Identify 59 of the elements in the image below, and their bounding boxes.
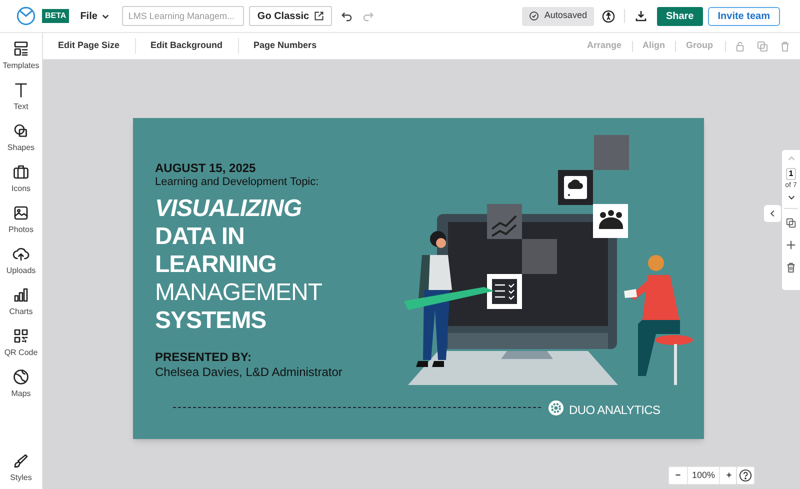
beta-badge: BETA (42, 9, 70, 23)
image-icon (12, 204, 30, 222)
zoom-in-button[interactable]: + (720, 468, 738, 482)
slide-title-line: SYSTEMS (155, 307, 268, 335)
sidebar-item[interactable]: Uploads (0, 240, 42, 278)
autosaved-status: Autosaved (522, 6, 594, 26)
current-page-field[interactable]: 1 (786, 168, 796, 180)
templates-icon (12, 40, 30, 58)
sidebar-item[interactable]: Styles (0, 447, 42, 485)
go-classic-button[interactable]: Go Classic (249, 6, 332, 26)
shapes-icon (12, 122, 30, 140)
slide-title-line: DATA IN (155, 223, 246, 251)
zoom-out-button[interactable]: − (669, 468, 687, 482)
text-icon (12, 81, 30, 99)
toolbar-button[interactable]: Edit Background (136, 39, 238, 53)
sidebar-item[interactable]: QR Code (0, 322, 42, 360)
zoom-level: 100% (687, 467, 720, 484)
slide-title-line: VISUALIZING (155, 195, 303, 223)
slide-topic: Learning and Development Topic: (155, 175, 320, 189)
undo-icon[interactable] (341, 10, 352, 22)
collapse-panel-button[interactable] (764, 205, 781, 222)
toolbar-button[interactable]: Edit Page Size (43, 39, 135, 53)
bar-chart-icon (12, 286, 30, 304)
brush-icon (12, 452, 30, 470)
chevron-down-icon (101, 12, 110, 20)
share-button[interactable]: Share (656, 6, 703, 26)
toolbar-button[interactable]: Page Numbers (238, 39, 332, 53)
document-title-field[interactable]: LMS Learning Managem... (122, 6, 244, 26)
duplicate-page-icon[interactable] (786, 218, 796, 228)
slide-title-line: MANAGEMENT (155, 279, 324, 307)
sidebar-item[interactable]: Templates (0, 35, 42, 73)
add-page-icon[interactable] (786, 240, 796, 250)
sidebar-item[interactable]: Icons (0, 158, 42, 196)
globe-icon (12, 368, 30, 386)
help-button[interactable] (736, 466, 755, 485)
sidebar-item[interactable]: Photos (0, 199, 42, 237)
sidebar-item[interactable]: Charts (0, 281, 42, 319)
slide-title-line: LEARNING (155, 251, 278, 279)
download-icon[interactable] (634, 10, 647, 22)
logo-icon[interactable] (16, 6, 36, 26)
sidebar-item[interactable]: Maps (0, 363, 42, 401)
trash-icon[interactable] (786, 262, 796, 272)
presenter-name: Chelsea Davies, L&D Administrator (155, 365, 342, 379)
cloud-upload-icon (12, 245, 30, 263)
presented-by-label: PRESENTED BY: (155, 350, 252, 364)
file-menu[interactable]: File (80, 8, 110, 24)
invite-team-button[interactable]: Invite team (708, 6, 780, 26)
sidebar-item[interactable]: Shapes (0, 117, 42, 155)
gear-logo-icon (548, 400, 564, 416)
sidebar-item[interactable]: Text (0, 76, 42, 114)
qr-code-icon (12, 327, 30, 345)
chevron-left-icon (768, 209, 777, 218)
accessibility-icon[interactable] (602, 10, 615, 22)
check-circle-icon (529, 11, 540, 21)
briefcase-icon (12, 163, 30, 181)
help-icon (739, 469, 752, 482)
logo-text: DUO ANALYTICS (569, 402, 660, 419)
slide-date: AUGUST 15, 2025 (155, 161, 257, 175)
external-link-icon (314, 11, 324, 21)
